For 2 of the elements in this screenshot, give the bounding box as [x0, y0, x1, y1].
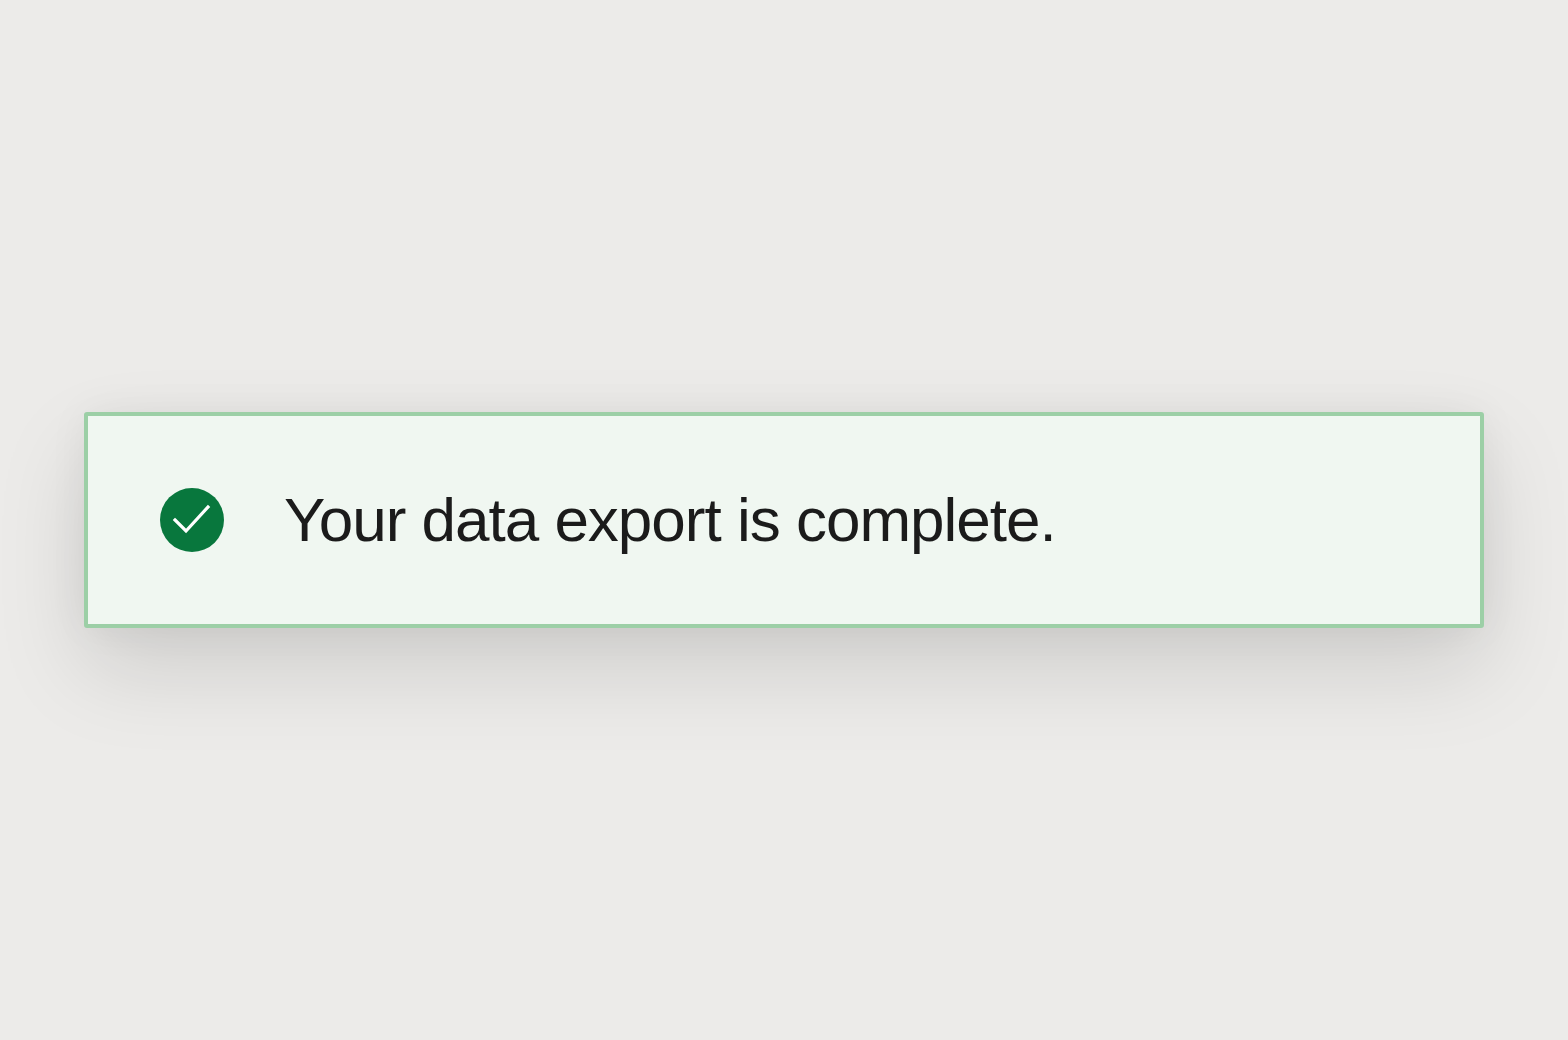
alert-message: Your data export is complete.: [284, 484, 1056, 556]
check-icon: [160, 488, 224, 552]
